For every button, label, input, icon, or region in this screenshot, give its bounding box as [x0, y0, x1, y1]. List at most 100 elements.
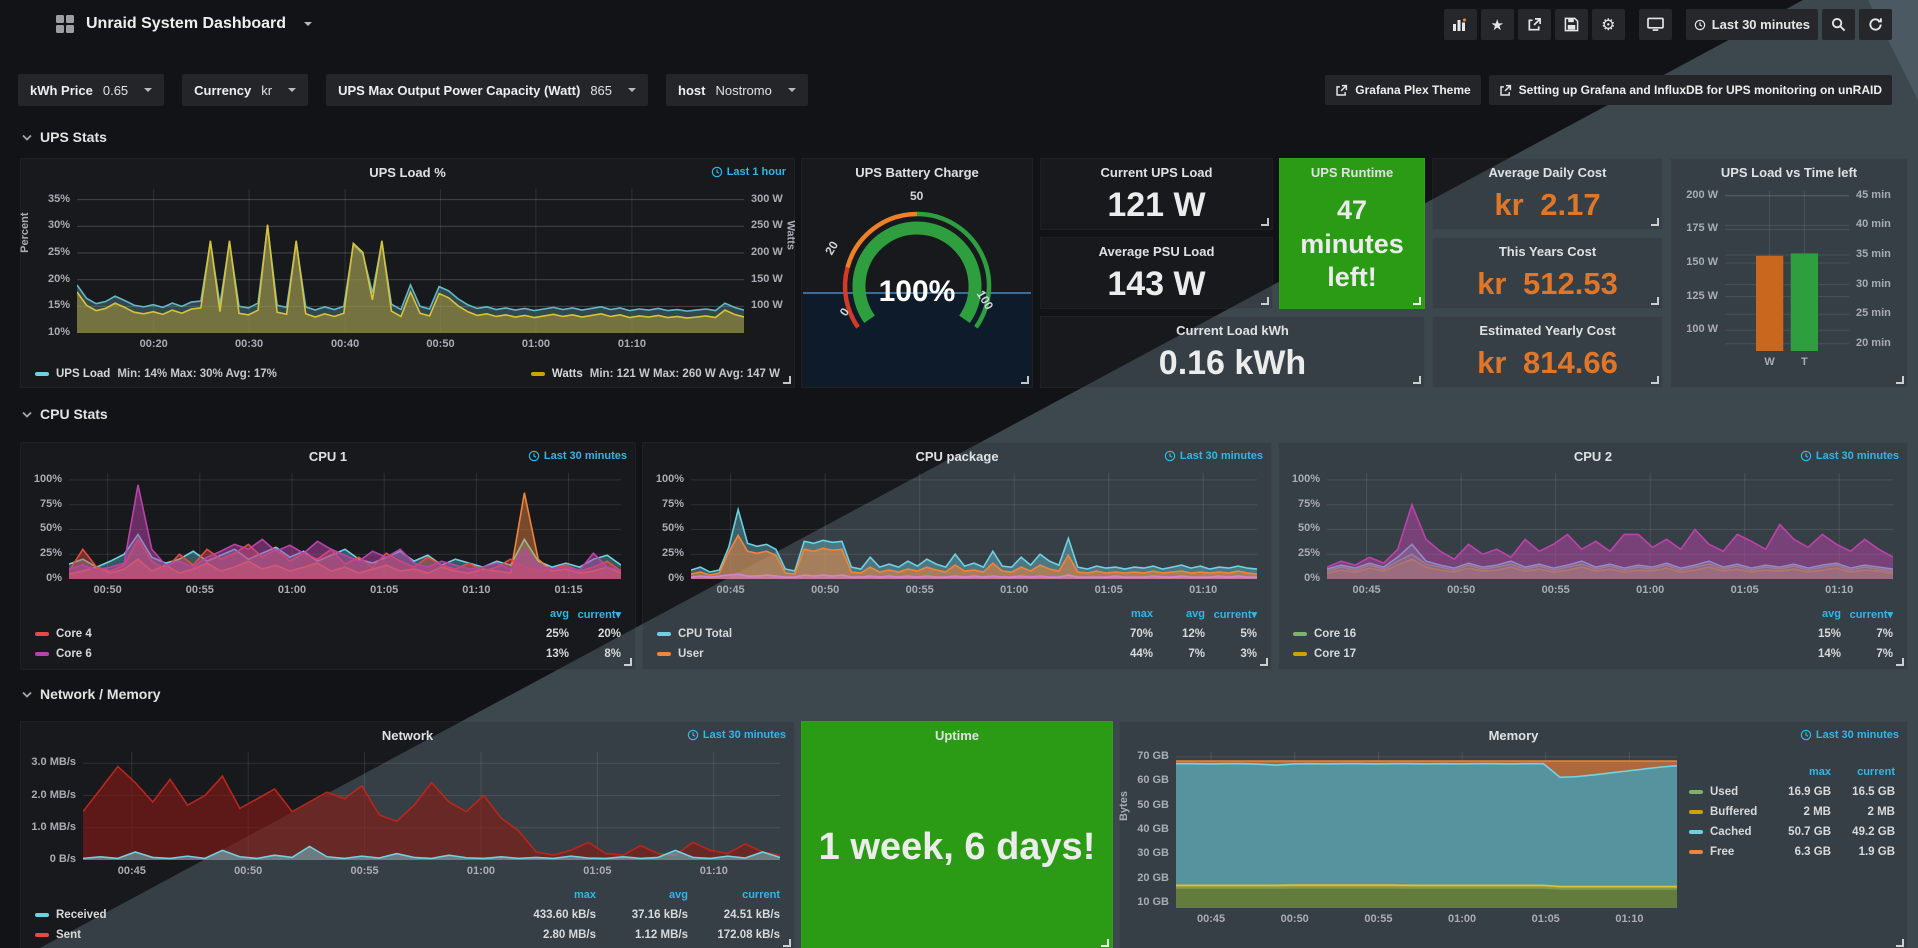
legend-column-header[interactable]: avg	[596, 889, 688, 901]
save-button[interactable]	[1555, 9, 1588, 40]
legend-item[interactable]: Buffered2 MB2 MB	[1689, 802, 1895, 822]
section-cpu-stats[interactable]: CPU Stats	[22, 406, 108, 422]
legend-column-header[interactable]: current	[688, 889, 780, 901]
stat-value: 0.16 kWh	[1041, 343, 1424, 383]
axis-tick: 01:15	[554, 584, 582, 596]
legend-item[interactable]: Core 425%20%	[35, 624, 621, 644]
link-grafana-plex-theme[interactable]: Grafana Plex Theme	[1325, 75, 1480, 105]
dashboard-title-menu[interactable]: Unraid System Dashboard	[56, 15, 312, 33]
cpu-package-chart[interactable]: 00:4500:5000:5501:0001:0501:10100%75%50%…	[691, 473, 1257, 579]
section-title: CPU Stats	[40, 406, 108, 422]
legend-item[interactable]: User44%7%3%	[657, 644, 1257, 664]
axis-tick: 01:00	[467, 865, 495, 877]
panel-title[interactable]: UPS Load vs Time left	[1671, 165, 1907, 180]
legend-column-header[interactable]: avg	[517, 608, 569, 620]
section-ups-stats[interactable]: UPS Stats	[22, 129, 107, 145]
link-ups-monitoring-guide[interactable]: Setting up Grafana and InfluxDB for UPS …	[1489, 75, 1892, 105]
panel-title[interactable]: Estimated Yearly Cost	[1433, 323, 1662, 338]
legend-column-header[interactable]: max	[1767, 766, 1831, 778]
settings-button[interactable]: ⚙	[1592, 9, 1625, 40]
axis-tick: 150 W	[751, 273, 783, 285]
legend-item[interactable]: Used16.9 GB16.5 GB	[1689, 782, 1895, 802]
axis-tick: 125 W	[1686, 290, 1718, 302]
variable-currency[interactable]: Currency kr	[182, 74, 308, 106]
external-link-icon	[1335, 84, 1348, 97]
time-range-label[interactable]: Last 1 hour	[711, 166, 786, 178]
page-title: Unraid System Dashboard	[86, 15, 286, 33]
legend-item[interactable]: WattsMin: 121 W Max: 260 W Avg: 147 W	[531, 368, 780, 380]
time-range-button[interactable]: Last 30 minutes	[1686, 9, 1818, 40]
axis-tick: 00:40	[331, 338, 359, 350]
legend-swatch	[35, 913, 49, 917]
legend-column-header[interactable]: current▾	[1841, 608, 1893, 621]
share-button[interactable]	[1518, 9, 1551, 40]
panel-title[interactable]: UPS Battery Charge	[802, 165, 1032, 180]
axis-tick: 30%	[48, 219, 70, 231]
variable-label: UPS Max Output Power Capacity (Watt)	[338, 83, 580, 98]
legend-item[interactable]: Core 1714%7%	[1293, 644, 1893, 664]
axis-tick: 25 min	[1856, 307, 1891, 319]
panel-title[interactable]: Average PSU Load	[1041, 244, 1272, 259]
legend-swatch	[1293, 652, 1307, 656]
gear-icon: ⚙	[1601, 15, 1615, 35]
axis-tick: 01:00	[1636, 584, 1664, 596]
legend-item[interactable]: Received433.60 kB/s37.16 kB/s24.51 kB/s	[35, 905, 780, 925]
panel-title[interactable]: UPS Load %	[21, 165, 794, 180]
share-icon	[1527, 17, 1542, 32]
variable-host[interactable]: host Nostromo	[666, 74, 808, 106]
legend-column-header[interactable]: current▾	[1205, 608, 1257, 621]
search-button[interactable]	[1822, 9, 1855, 40]
add-panel-button[interactable]	[1444, 9, 1477, 40]
legend-item[interactable]: Free6.3 GB1.9 GB	[1689, 842, 1895, 862]
legend-item[interactable]: UPS LoadMin: 14% Max: 30% Avg: 17%	[35, 368, 277, 380]
variable-label: host	[678, 83, 705, 98]
panel-title[interactable]: Current Load kWh	[1041, 323, 1424, 338]
cycle-view-button[interactable]	[1639, 9, 1672, 40]
time-range-label[interactable]: Last 30 minutes	[1800, 450, 1899, 462]
star-button[interactable]: ★	[1481, 9, 1514, 40]
battery-gauge[interactable]: 0 20 50 100 100%	[817, 189, 1017, 347]
legend-column-header[interactable]: avg	[1789, 608, 1841, 620]
time-range-label[interactable]: Last 30 minutes	[1800, 729, 1899, 741]
legend-column-header[interactable]: max	[1101, 608, 1153, 620]
variable-kwh-price[interactable]: kWh Price 0.65	[18, 74, 164, 106]
legend-column-header[interactable]: avg	[1153, 608, 1205, 620]
network-chart[interactable]: 00:4500:5000:5501:0001:0501:103.0 MB/s2.…	[83, 752, 780, 860]
legend-item[interactable]: Sent2.80 MB/s1.12 MB/s172.08 kB/s	[35, 925, 780, 945]
legend-item[interactable]: Core 613%8%	[35, 644, 621, 664]
legend-item[interactable]: Core 1615%7%	[1293, 624, 1893, 644]
panel-ups-load-vs-time-left: UPS Load vs Time left WT200 W175 W150 W1…	[1670, 158, 1908, 388]
legend-swatch	[35, 372, 49, 376]
panel-title[interactable]: Current UPS Load	[1041, 165, 1272, 180]
time-range-label[interactable]: Last 30 minutes	[528, 450, 627, 462]
panel-title[interactable]: This Years Cost	[1433, 244, 1662, 259]
axis-tick: 175 W	[1686, 222, 1718, 234]
axis-tick: 35%	[48, 193, 70, 205]
load-vs-time-chart[interactable]: WT200 W175 W150 W125 W100 W45 min40 min3…	[1725, 191, 1849, 351]
memory-chart[interactable]: 00:4500:5000:5501:0001:0501:1070 GB60 GB…	[1176, 752, 1677, 908]
cpu2-chart[interactable]: 00:4500:5000:5501:0001:0501:10100%75%50%…	[1327, 473, 1893, 579]
time-range-label[interactable]: Last 30 minutes	[687, 729, 786, 741]
panel-title[interactable]: Average Daily Cost	[1433, 165, 1662, 180]
star-icon: ★	[1491, 16, 1504, 34]
panel-title[interactable]: Memory	[1120, 728, 1907, 743]
clock-icon	[1694, 19, 1706, 31]
legend-column-header[interactable]: current▾	[569, 608, 621, 621]
time-range-label[interactable]: Last 30 minutes	[1164, 450, 1263, 462]
axis-tick: 01:00	[1000, 584, 1028, 596]
legend-item[interactable]: CPU Total70%12%5%	[657, 624, 1257, 644]
section-network-memory[interactable]: Network / Memory	[22, 686, 161, 702]
refresh-button[interactable]	[1859, 9, 1892, 40]
legend-column-header[interactable]: max	[504, 889, 596, 901]
variable-ups-max-output[interactable]: UPS Max Output Power Capacity (Watt) 865	[326, 74, 648, 106]
cpu1-chart[interactable]: 00:5000:5501:0001:0501:1001:15100%75%50%…	[69, 473, 621, 579]
ups-load-chart[interactable]: 00:2000:3000:4000:5001:0001:1035%30%25%2…	[77, 189, 744, 333]
legend-item[interactable]: Cached50.7 GB49.2 GB	[1689, 822, 1895, 842]
legend-column-header[interactable]: current	[1831, 766, 1895, 778]
chart-legend: maxavgcurrent Received433.60 kB/s37.16 kB…	[35, 885, 780, 945]
panel-title[interactable]: Uptime	[802, 728, 1112, 743]
panel-title[interactable]: Network	[21, 728, 794, 743]
clock-icon	[1800, 450, 1812, 462]
panel-title[interactable]: UPS Runtime	[1280, 165, 1424, 180]
axis-tick: 00:55	[351, 865, 379, 877]
